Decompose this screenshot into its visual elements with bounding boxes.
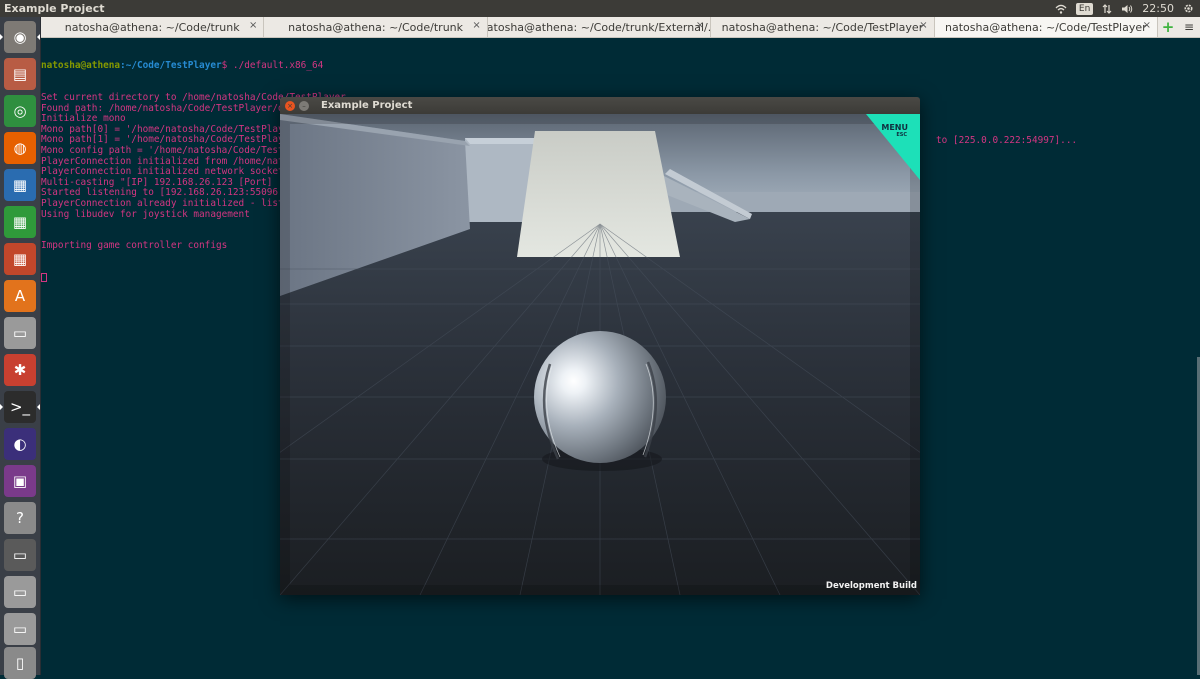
prompt-user-host: natosha@athena [41,60,121,72]
close-icon[interactable]: × [249,20,257,31]
settings-icon[interactable]: ✱ [4,354,36,386]
prompt-command: $ ./default.x86_64 [221,60,324,72]
terminal-tab-2[interactable]: natosha@athena: ~/Code/trunk × [264,17,488,37]
drive-icon[interactable]: ▭ [4,317,36,349]
window-icon[interactable]: ▭ [4,539,36,571]
drive-2-icon[interactable]: ▭ [4,576,36,608]
files-icon[interactable]: ▤ [4,58,36,90]
development-build-label: Development Build [825,581,917,591]
workspace-switcher-icon[interactable]: ▣ [4,465,36,497]
close-icon[interactable]: × [696,20,704,31]
impress-icon[interactable]: ▦ [4,243,36,275]
terminal-tab-label: natosha@athena: ~/Code/trunk/External/..… [487,20,712,34]
network-updown-icon[interactable] [1102,3,1112,14]
drive-3-icon[interactable]: ▭ [4,613,36,645]
volume-icon[interactable] [1121,4,1133,14]
game-viewport[interactable]: MENU ESC Development Build [280,114,920,595]
launcher: ◉ ▤ ◎ ◍ ▦ ▦ ▦ A ▭ ✱ >_ ◐ ▣? ▭ ▭ ▭ ▯ [0,17,41,679]
terminal-tab-label: natosha@athena: ~/Code/trunk [64,20,240,34]
trash-icon[interactable]: ▯ [4,647,36,679]
clock[interactable]: 22:50 [1142,2,1174,15]
ramp [517,131,680,257]
terminal-tab-label: natosha@athena: ~/Code/trunk [288,20,464,34]
game-window-title: Example Project [321,100,413,111]
keyboard-layout-indicator[interactable]: En [1075,2,1094,15]
prompt-line: natosha@athena:~/Code/TestPlayer$ ./defa… [41,60,1200,72]
terminal-tab-4[interactable]: natosha@athena: ~/Code/TestPlayer × [711,17,935,37]
wifi-icon[interactable] [1055,4,1067,14]
minimize-button[interactable]: – [299,100,309,111]
terminal-icon[interactable]: >_ [0,391,40,423]
game-titlebar[interactable]: × – Example Project [280,97,920,114]
firefox-icon[interactable]: ◍ [4,132,36,164]
active-app-title: Example Project [4,2,105,15]
terminal-tab-5[interactable]: natosha@athena: ~/Code/TestPlayer × [934,17,1159,37]
calc-icon[interactable]: ▦ [4,206,36,238]
new-tab-button[interactable]: + [1158,17,1179,37]
menu-shortcut-hint: ESC [896,132,907,138]
software-center-icon[interactable]: A [4,280,36,312]
terminal-tab-bar: natosha@athena: ~/Code/trunk × natosha@a… [41,17,1200,38]
eclipse-icon[interactable]: ◐ [4,428,36,460]
top-panel: Example Project En 22:50 [0,0,1200,17]
menu-button-label[interactable]: MENU [881,123,908,132]
chrome-icon[interactable]: ◎ [4,95,36,127]
terminal-line-overflow: to [225.0.0.222:54997]... [936,135,1078,146]
writer-icon[interactable]: ▦ [4,169,36,201]
terminal-tab-1[interactable]: natosha@athena: ~/Code/trunk × [41,17,265,37]
dash-icon[interactable]: ◉ [0,21,40,53]
ball [534,331,666,463]
game-scene [280,114,920,595]
terminal-tab-label: natosha@athena: ~/Code/TestPlayer [945,20,1147,34]
prompt-path: ~/Code/TestPlayer [125,60,222,72]
close-icon[interactable]: × [919,20,927,31]
terminal-menu-button[interactable]: ≡ [1178,17,1200,37]
session-gear-icon[interactable] [1183,3,1194,14]
close-button[interactable]: × [285,100,295,111]
help-icon[interactable]: ? [4,502,36,534]
terminal-tab-3[interactable]: natosha@athena: ~/Code/trunk/External/..… [487,17,712,37]
game-window: × – Example Project MENU ESC Development… [280,97,920,595]
indicator-area: En 22:50 [1055,2,1200,15]
terminal-tab-label: natosha@athena: ~/Code/TestPlayer [721,20,924,34]
close-icon[interactable]: × [472,20,480,31]
terminal-cursor [41,273,47,283]
close-icon[interactable]: × [1143,20,1151,31]
back-structure-top [465,138,542,144]
